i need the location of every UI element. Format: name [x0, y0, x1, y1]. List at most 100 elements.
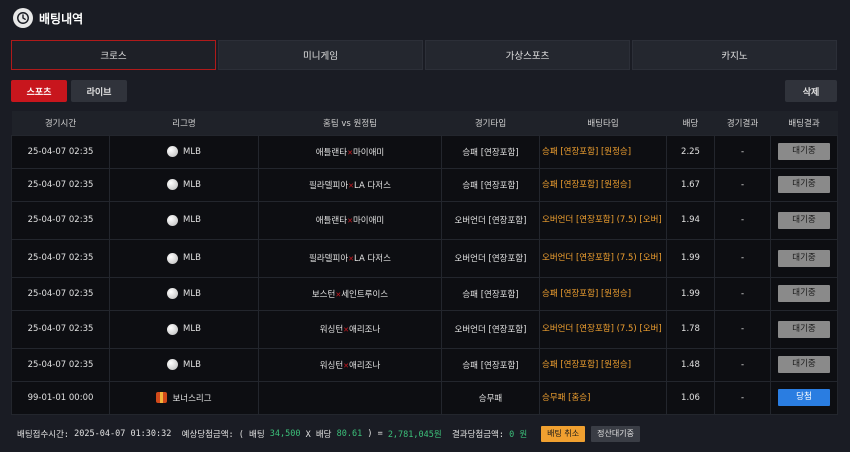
teams-cell: [258, 380, 442, 415]
bet-type: 승무패 [홈승]: [539, 380, 667, 415]
col-game-type: 경기타입: [441, 111, 540, 135]
league-name: 보너스리그: [172, 393, 212, 404]
teams-cell: 워싱턴✕애리조나: [258, 309, 442, 349]
game-result: -: [714, 134, 771, 169]
game-time: 25-04-07 02:35: [11, 309, 110, 349]
league-cell: MLB: [110, 359, 258, 370]
table-row: 25-04-07 02:35 MLB 보스턴✕세인트루이스 승패 [연장포함] …: [11, 276, 838, 311]
league-name: MLB: [183, 179, 201, 190]
game-time: 25-04-07 02:35: [11, 134, 110, 169]
odds: 1.99: [666, 276, 715, 311]
table-row: 25-04-07 02:35 MLB 워싱턴✕애리조나 승패 [연장포함] 승패…: [11, 347, 838, 382]
league-name: MLB: [183, 253, 201, 263]
equals-label: ) =: [362, 429, 388, 439]
result-amount: 0 원: [509, 430, 528, 440]
status-button[interactable]: 대기중: [778, 211, 830, 229]
tab-casino[interactable]: 카지노: [632, 40, 837, 70]
league-cell: 보너스리그: [110, 392, 258, 404]
tab-minigame[interactable]: 미니게임: [218, 40, 423, 70]
status-button[interactable]: 대기중: [778, 176, 830, 193]
baseball-icon: [167, 323, 179, 335]
page-title: 배팅내역: [39, 11, 84, 26]
baseball-icon: [167, 179, 179, 190]
bet-type: 오버언더 [연장포함] (7.5) [오버]: [539, 200, 667, 240]
col-league: 리그명: [109, 111, 259, 135]
table-header: 경기시간 리그명 홈팀 vs 원정팀 경기타입 배팅타입 배당 경기결과 배팅결…: [11, 111, 838, 135]
league-cell: MLB: [110, 146, 258, 157]
col-game-result: 경기결과: [714, 111, 771, 135]
status-button[interactable]: 대기중: [778, 320, 830, 338]
game-result: -: [714, 276, 771, 311]
home-team: 워싱턴: [319, 325, 344, 335]
game-time: 25-04-07 02:35: [11, 167, 110, 202]
game-result: -: [714, 347, 771, 382]
x-odds-label: X 배당: [300, 430, 337, 440]
league-name: MLB: [183, 215, 201, 225]
home-team: 필라델피아: [309, 180, 349, 191]
game-type: 승패 [연장포함]: [441, 276, 540, 311]
home-team: 애틀랜타: [315, 147, 348, 158]
game-result: -: [714, 167, 771, 202]
cancel-bet-button[interactable]: 배팅 취소: [541, 426, 586, 442]
odds: 2.25: [666, 134, 715, 169]
received-time: 2025-04-07 01:30:32: [74, 429, 172, 439]
league-name: MLB: [183, 359, 201, 370]
sports-button[interactable]: 스포츠: [11, 80, 67, 102]
col-teams: 홈팀 vs 원정팀: [258, 111, 442, 135]
table-row: 25-04-07 02:35 MLB 필라델피아✕LA 다저스 오버언더 [연장…: [11, 238, 838, 278]
game-type: 승패 [연장포함]: [441, 167, 540, 202]
status-button[interactable]: 대기중: [778, 285, 830, 302]
away-team: 애리조나: [349, 360, 381, 371]
status-button[interactable]: 대기중: [778, 143, 830, 160]
teams-cell: 워싱턴✕애리조나: [258, 347, 442, 382]
home-team: 워싱턴: [319, 360, 344, 371]
teams-cell: 필라델피아✕LA 다저스: [258, 238, 442, 278]
bet-type: 승패 [연장포함] [원정승]: [539, 134, 667, 169]
game-time: 25-04-07 02:35: [11, 276, 110, 311]
bet-type: 오버언더 [연장포함] (7.5) [오버]: [539, 238, 667, 278]
baseball-icon: [167, 146, 179, 157]
bet-type: 승패 [연장포함] [원정승]: [539, 167, 667, 202]
game-result: -: [714, 200, 771, 240]
away-team: 세인트루이스: [341, 289, 389, 300]
table-row: 25-04-07 02:35 MLB 워싱턴✕애리조나 오버언더 [연장포함] …: [11, 309, 838, 349]
bet-amount: 34,500: [269, 429, 301, 439]
game-type: 오버언더 [연장포함]: [441, 309, 540, 349]
teams-cell: 애틀랜타✕마이애미: [258, 134, 442, 169]
bet-type: 오버언더 [연장포함] (7.5) [오버]: [539, 309, 667, 349]
game-result: -: [714, 238, 771, 278]
odds: 1.67: [666, 167, 715, 202]
status-button[interactable]: 당첨: [778, 389, 830, 406]
away-team: 마이애미: [352, 216, 385, 226]
table-row: 25-04-07 02:35 MLB 애틀랜타✕마이애미 승패 [연장포함] 승…: [11, 134, 838, 169]
bet-history-table: 경기시간 리그명 홈팀 vs 원정팀 경기타입 배팅타입 배당 경기결과 배팅결…: [11, 111, 838, 415]
teams-cell: 애틀랜타✕마이애미: [258, 200, 442, 240]
game-time: 99-01-01 00:00: [11, 380, 110, 415]
baseball-icon: [167, 214, 179, 226]
league-name: MLB: [183, 146, 201, 157]
game-type: 승무패: [441, 380, 540, 415]
clock-icon: [13, 8, 33, 28]
delete-button[interactable]: 삭제: [785, 80, 837, 102]
teams-cell: 보스턴✕세인트루이스: [258, 276, 442, 311]
league-cell: MLB: [110, 179, 258, 190]
game-type: 승패 [연장포함]: [441, 347, 540, 382]
col-bet-result: 배팅결과: [770, 111, 838, 135]
game-result: -: [714, 309, 771, 349]
away-team: LA 다저스: [354, 254, 391, 264]
table-row: 99-01-01 00:00 보너스리그 승무패 승무패 [홈승] 1.06 -…: [11, 380, 838, 415]
settlement-pending-button[interactable]: 정산대기중: [591, 426, 640, 442]
league-name: MLB: [183, 288, 201, 299]
sub-navigation: 스포츠 라이브 삭제: [11, 80, 837, 102]
tab-virtual-sports[interactable]: 가상스포츠: [425, 40, 630, 70]
live-button[interactable]: 라이브: [71, 80, 127, 102]
status-button[interactable]: 대기중: [778, 356, 830, 373]
baseball-icon: [167, 252, 179, 264]
teams-cell: 필라델피아✕LA 다저스: [258, 167, 442, 202]
away-team: 애리조나: [349, 325, 381, 335]
col-odds: 배당: [666, 111, 715, 135]
tab-cross[interactable]: 크로스: [11, 40, 216, 70]
game-type: 승패 [연장포함]: [441, 134, 540, 169]
status-button[interactable]: 대기중: [778, 249, 830, 267]
home-team: 필라델피아: [309, 254, 349, 264]
